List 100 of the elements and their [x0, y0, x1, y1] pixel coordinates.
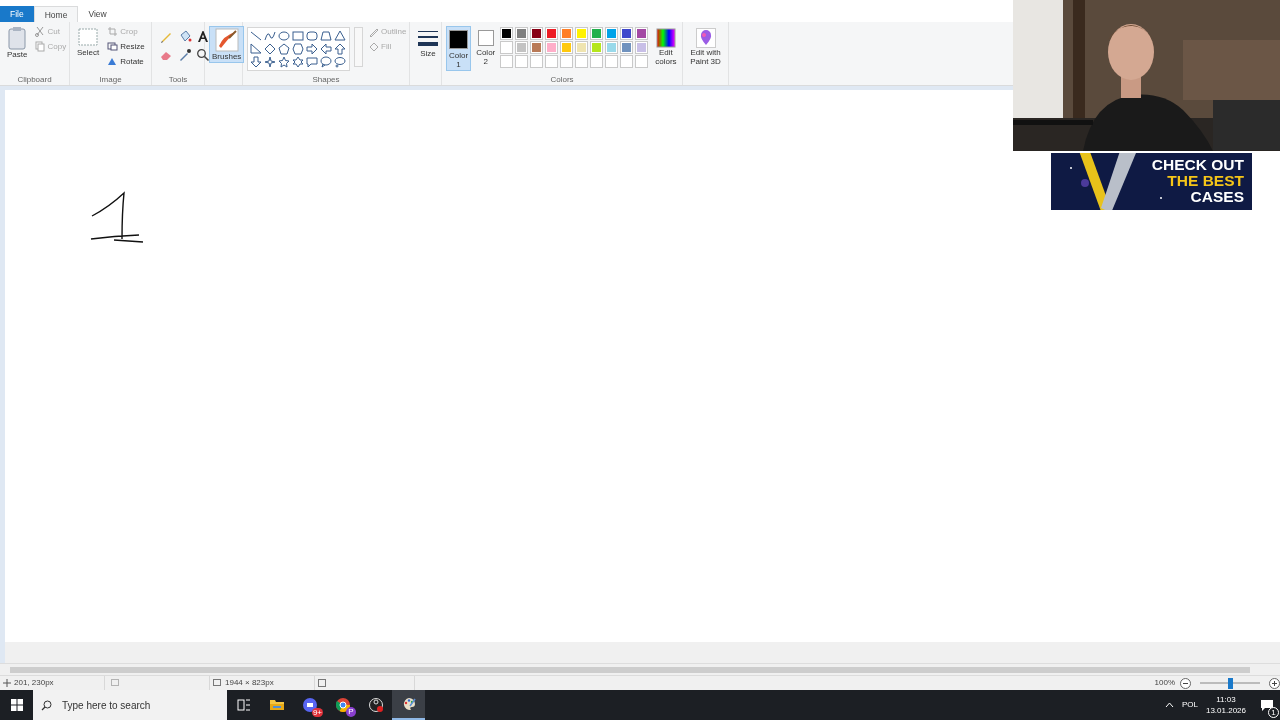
paint-drop-icon — [695, 28, 716, 48]
zoom-in-icon[interactable] — [1269, 677, 1280, 689]
chat-app-icon — [302, 698, 317, 712]
clipboard-icon — [7, 26, 28, 50]
notifications-button[interactable]: 1 — [1254, 690, 1280, 720]
star-icon[interactable] — [278, 56, 290, 68]
rotate-icon — [107, 56, 119, 67]
rectangle-icon[interactable] — [292, 30, 304, 42]
oval-icon[interactable] — [278, 30, 290, 42]
windows-logo-icon — [10, 699, 23, 711]
taskbar-app-button[interactable] — [392, 690, 425, 720]
palette-color-button[interactable] — [560, 41, 574, 54]
selection-size-icon — [111, 679, 120, 687]
horizontal-scrollbar[interactable] — [10, 667, 1250, 673]
task-view-icon — [236, 698, 251, 712]
palette-color-button[interactable] — [635, 41, 649, 54]
file-menu-tab[interactable]: File — [0, 6, 34, 22]
search-field[interactable]: Type here to search — [60, 696, 220, 714]
right-arrow-icon[interactable] — [306, 43, 318, 55]
drawing-canvas[interactable] — [5, 90, 1280, 642]
banner-headline: CHECK OUT — [1151, 157, 1244, 173]
palette-color-button[interactable] — [530, 27, 544, 40]
magnifier-icon[interactable] — [196, 48, 210, 62]
color-slot-button[interactable]: Color 1 — [446, 26, 472, 71]
down-arrow-icon[interactable] — [250, 56, 262, 68]
palette-color-button[interactable] — [605, 27, 619, 40]
crop-icon — [107, 26, 119, 37]
paint-palette-icon — [401, 697, 416, 711]
palette-color-button[interactable] — [620, 27, 634, 40]
chevron-up-icon[interactable] — [1164, 702, 1174, 708]
ribbon-tab[interactable]: Home — [33, 6, 79, 22]
move-cursor-icon — [3, 679, 11, 687]
palette-color-button[interactable] — [620, 41, 634, 54]
color-picker-icon[interactable] — [178, 48, 192, 62]
input-language[interactable]: POL — [1181, 699, 1198, 711]
group-label: Shapes — [311, 74, 341, 85]
fill-icon — [368, 40, 379, 53]
line-icon[interactable] — [250, 30, 262, 42]
group-label: Image — [98, 74, 123, 85]
palette-color-button[interactable] — [515, 27, 529, 40]
palette-color-button[interactable] — [560, 27, 574, 40]
color-spectrum-icon — [655, 28, 676, 48]
search-box[interactable]: Type here to search — [33, 690, 227, 720]
size-button[interactable]: Size — [414, 27, 442, 60]
palette-color-button[interactable] — [575, 41, 589, 54]
browser-icon — [335, 698, 350, 712]
cloud-callout-icon[interactable] — [334, 56, 346, 68]
zoom-out-icon[interactable] — [1180, 677, 1191, 689]
six-point-star-icon[interactable] — [292, 56, 304, 68]
four-point-star-icon[interactable] — [264, 56, 276, 68]
gallery-scrollbar[interactable] — [354, 27, 363, 67]
text-icon[interactable] — [196, 30, 210, 44]
taskbar-app-button[interactable]: P — [326, 690, 359, 720]
palette-color-button[interactable] — [575, 27, 589, 40]
edit-colors-button[interactable]: Edit colors — [652, 26, 680, 68]
rotate-button[interactable]: Rotate — [106, 54, 146, 69]
clock[interactable]: 11:03 13.01.2026 — [1205, 694, 1246, 716]
right-triangle-icon[interactable] — [250, 43, 262, 55]
copy-icon — [35, 41, 46, 52]
recorder-icon — [368, 698, 383, 712]
brushes-button[interactable]: Brushes — [209, 26, 245, 63]
hexagon-icon[interactable] — [292, 43, 304, 55]
palette-color-button[interactable] — [590, 41, 604, 54]
cursor-position: 201, 230px — [14, 677, 54, 689]
resize-button[interactable]: Resize — [106, 39, 146, 54]
palette-color-button[interactable] — [545, 41, 559, 54]
canvas-size-icon — [213, 679, 222, 687]
triangle-icon[interactable] — [334, 30, 346, 42]
paint-3d-button[interactable]: Edit with Paint 3D — [687, 26, 724, 68]
rounded-rectangle-icon[interactable] — [306, 30, 318, 42]
pentagon-icon[interactable] — [278, 43, 290, 55]
paint-bucket-icon[interactable] — [178, 30, 192, 44]
polygon-icon[interactable] — [320, 30, 332, 42]
palette-color-button[interactable] — [590, 27, 604, 40]
palette-color-button[interactable] — [605, 41, 619, 54]
palette-color-button[interactable] — [500, 41, 514, 54]
oval-callout-icon[interactable] — [320, 56, 332, 68]
curve-icon[interactable] — [264, 30, 276, 42]
paste-button[interactable]: Paste — [4, 24, 31, 61]
app-badge: 9+ — [311, 708, 323, 717]
select-button[interactable]: Select — [74, 24, 103, 59]
palette-color-button[interactable] — [530, 41, 544, 54]
palette-color-button[interactable] — [635, 27, 649, 40]
palette-color-button[interactable] — [545, 27, 559, 40]
speech-bubble-icon[interactable] — [306, 56, 318, 68]
canvas-size: 1944 × 823px — [225, 677, 274, 689]
slider-thumb[interactable] — [1228, 677, 1233, 689]
taskbar-app-button[interactable]: 9+ — [293, 690, 326, 720]
color-slot-button[interactable]: Color 2 — [473, 26, 499, 68]
ribbon-tab[interactable]: View — [78, 6, 117, 22]
left-arrow-icon[interactable] — [320, 43, 332, 55]
palette-color-button[interactable] — [500, 27, 514, 40]
up-arrow-icon[interactable] — [334, 43, 346, 55]
ad-banner[interactable]: CHECK OUT THE BEST CASES — [1051, 153, 1252, 210]
group-label: Clipboard — [16, 74, 53, 85]
diamond-icon[interactable] — [264, 43, 276, 55]
group-label: Tools — [167, 74, 189, 85]
palette-color-button[interactable] — [515, 41, 529, 54]
banner-headline: THE BEST — [1166, 173, 1244, 189]
save-icon — [318, 679, 326, 687]
